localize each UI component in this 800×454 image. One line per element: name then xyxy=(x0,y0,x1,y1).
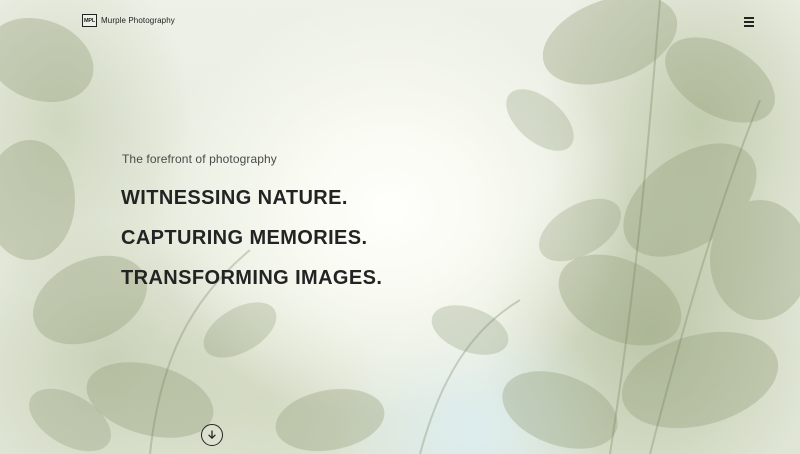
brand-name: Murple Photography xyxy=(101,16,175,25)
scroll-down-button[interactable] xyxy=(201,424,223,446)
hero-headline-2: CAPTURING MEMORIES. xyxy=(121,227,368,249)
hamburger-menu-icon xyxy=(744,17,754,27)
hero-content: The forefront of photography WITNESSING … xyxy=(121,152,382,298)
arrow-down-icon xyxy=(208,430,216,439)
hamburger-menu-button[interactable] xyxy=(744,17,754,27)
top-navigation-bar: MPL Murple Photography xyxy=(0,0,800,46)
hero-tagline: The forefront of photography xyxy=(122,152,277,166)
brand-home-link[interactable]: MPL Murple Photography xyxy=(82,14,175,27)
foliage-background-image xyxy=(0,0,800,454)
hero-section: MPL Murple Photography The forefront of … xyxy=(0,0,800,454)
hero-headline-1: WITNESSING NATURE. xyxy=(121,187,348,209)
hero-headline-3: TRANSFORMING IMAGES. xyxy=(121,267,383,289)
brand-logo-icon: MPL xyxy=(82,14,97,27)
